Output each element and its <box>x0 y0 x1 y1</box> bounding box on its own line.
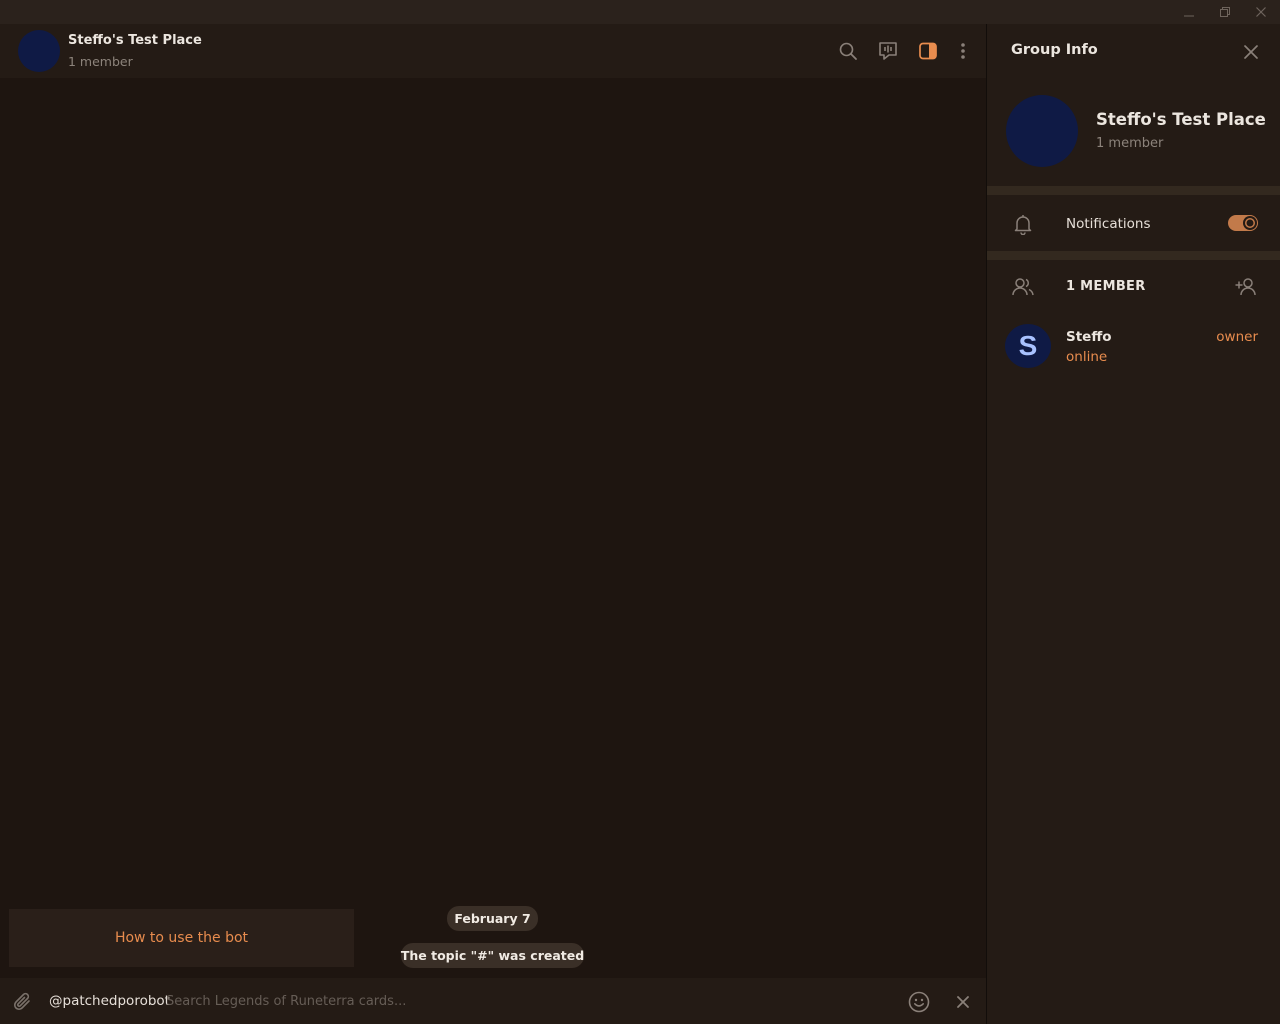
chat-header[interactable]: Steffo's Test Place 1 member <box>0 24 986 78</box>
member-avatar[interactable]: S <box>1005 324 1051 368</box>
members-icon <box>1009 273 1037 301</box>
live-stream-icon[interactable] <box>874 37 902 65</box>
sidebar-toggle-icon[interactable] <box>914 37 942 65</box>
more-icon[interactable] <box>949 37 977 65</box>
toggle-knob <box>1243 216 1257 230</box>
member-name: Steffo <box>1066 329 1112 345</box>
add-member-icon[interactable] <box>1232 273 1260 301</box>
chat-area: Steffo's Test Place 1 member February 7 … <box>0 24 986 1024</box>
bell-icon <box>1009 210 1037 238</box>
member-row[interactable]: S Steffo online owner <box>987 318 1280 374</box>
group-name: Steffo's Test Place <box>1096 110 1266 129</box>
close-icon[interactable] <box>1243 0 1279 24</box>
attach-icon[interactable] <box>10 989 36 1015</box>
bot-help-button[interactable]: How to use the bot <box>9 909 354 967</box>
member-role-badge: owner <box>1216 329 1258 345</box>
members-count-label: 1 MEMBER <box>1066 279 1146 294</box>
group-member-count: 1 member <box>1096 136 1164 151</box>
window-titlebar <box>0 0 1280 24</box>
message-input[interactable] <box>166 989 866 1013</box>
close-panel-icon[interactable] <box>1239 40 1263 64</box>
emoji-icon[interactable] <box>905 988 933 1016</box>
member-status: online <box>1066 349 1108 365</box>
notifications-label: Notifications <box>1066 216 1151 232</box>
section-divider <box>987 186 1280 195</box>
inline-bot-username: @patchedporobot <box>49 993 170 1009</box>
chat-avatar[interactable] <box>18 30 60 72</box>
minimize-icon[interactable] <box>1171 0 1207 24</box>
search-icon[interactable] <box>834 37 862 65</box>
group-info-panel: Group Info Steffo's Test Place 1 member … <box>987 24 1280 1024</box>
notifications-toggle[interactable] <box>1228 215 1258 231</box>
chat-title[interactable]: Steffo's Test Place <box>68 33 202 48</box>
group-avatar[interactable] <box>1006 95 1078 167</box>
service-message: The topic "#" was created <box>401 943 584 968</box>
date-pill: February 7 <box>447 906 538 931</box>
message-composer: @patchedporobot <box>0 978 986 1024</box>
restore-icon[interactable] <box>1207 0 1243 24</box>
cancel-inline-icon[interactable] <box>950 988 976 1016</box>
section-divider <box>987 251 1280 260</box>
panel-title: Group Info <box>1011 42 1098 58</box>
chat-member-count: 1 member <box>68 54 133 69</box>
